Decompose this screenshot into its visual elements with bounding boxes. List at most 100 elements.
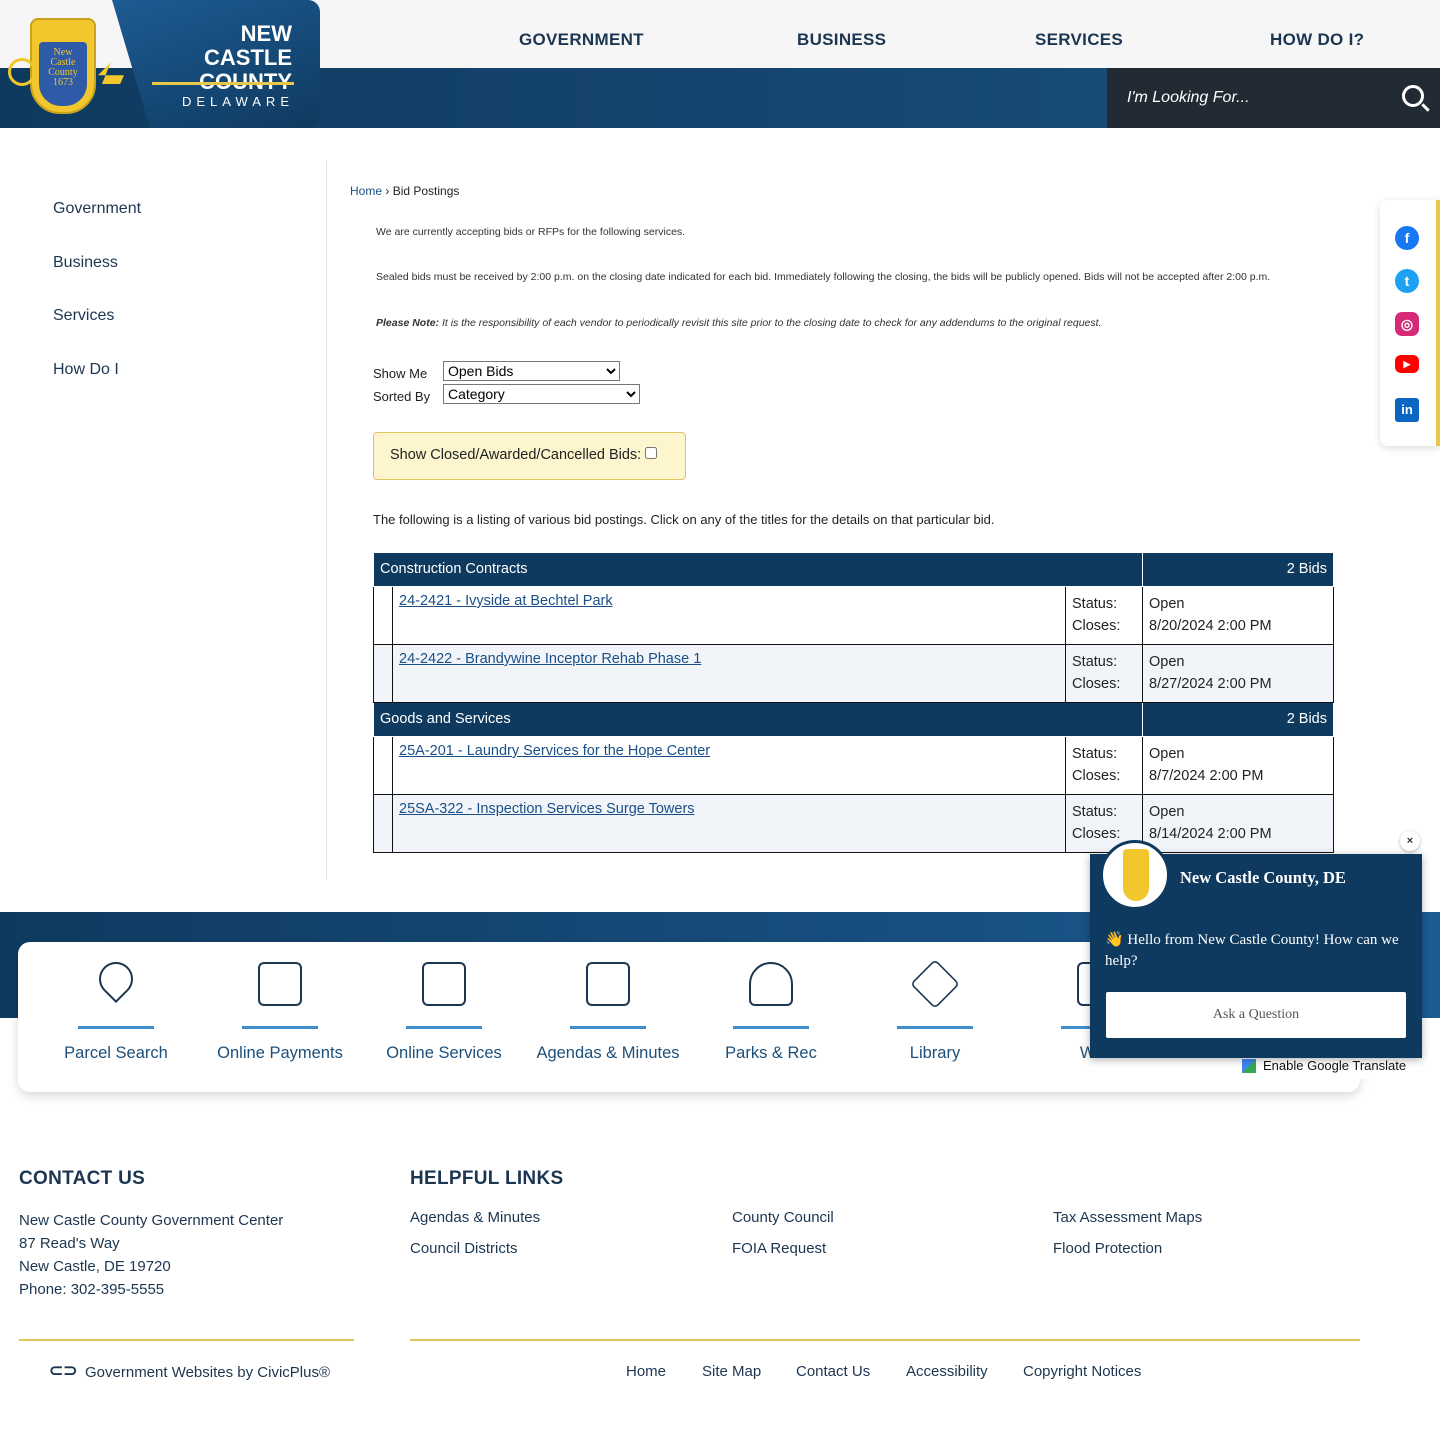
books-stack-icon <box>910 959 960 1009</box>
google-translate-label: Enable Google Translate <box>1263 1058 1407 1073</box>
bid-title-link[interactable]: 24-2422 - Brandywine Inceptor Rehab Phas… <box>399 651 701 667</box>
link-underline <box>78 1026 154 1029</box>
twitter-icon[interactable]: t <box>1395 269 1419 293</box>
show-closed-label: Show Closed/Awarded/Cancelled Bids: <box>390 447 642 463</box>
map-pin-icon <box>91 954 141 1004</box>
bid-values: Open 8/14/2024 2:00 PM <box>1142 794 1334 853</box>
nav-services[interactable]: SERVICES <box>1035 30 1123 50</box>
bid-row: 24-2422 - Brandywine Inceptor Rehab Phas… <box>373 644 1334 703</box>
bid-title-link[interactable]: 25A-201 - Laundry Services for the Hope … <box>399 743 710 759</box>
bid-row: 25SA-322 - Inspection Services Surge Tow… <box>373 794 1334 853</box>
link-underline <box>897 1026 973 1029</box>
chat-greeting: 👋 Hello from New Castle County! How can … <box>1105 932 1399 969</box>
status-label: Status: <box>1072 804 1118 820</box>
nav-how-do-i[interactable]: HOW DO I? <box>1270 30 1364 50</box>
bid-status: Open <box>1149 746 1185 762</box>
chat-close-button[interactable]: × <box>1400 831 1420 851</box>
bid-values: Open 8/27/2024 2:00 PM <box>1142 644 1334 703</box>
bid-values: Open 8/20/2024 2:00 PM <box>1142 586 1334 645</box>
linkedin-icon[interactable]: in <box>1395 398 1419 422</box>
show-closed-checkbox[interactable] <box>645 447 658 459</box>
category-name: Construction Contracts <box>373 552 1143 587</box>
breadcrumb: Home › Bid Postings <box>350 184 459 198</box>
show-me-select[interactable]: Open Bids <box>443 361 620 381</box>
quick-link-label: Parcel Search <box>64 1044 168 1062</box>
bid-cell <box>373 794 393 853</box>
helpful-link-tax-maps[interactable]: Tax Assessment Maps <box>1053 1209 1202 1226</box>
search-icon[interactable] <box>1402 85 1424 107</box>
category-count: 2 Bids <box>1142 702 1334 737</box>
contact-line: New Castle County Government Center <box>19 1212 284 1229</box>
quick-link-label: Parks & Rec <box>725 1044 817 1062</box>
search-bar <box>1107 68 1440 128</box>
bid-close-date: 8/20/2024 2:00 PM <box>1149 618 1272 634</box>
sidebar-item-services[interactable]: Services <box>53 307 114 325</box>
instagram-icon[interactable]: ◎ <box>1395 312 1419 336</box>
facebook-icon[interactable]: f <box>1395 226 1419 250</box>
footer-link-accessibility[interactable]: Accessibility <box>906 1363 988 1380</box>
bid-close-date: 8/27/2024 2:00 PM <box>1149 676 1272 692</box>
footer-link-contact[interactable]: Contact Us <box>796 1363 870 1380</box>
ship-wheel-icon <box>8 58 36 86</box>
sidebar: Government Business Services How Do I <box>0 160 327 880</box>
google-translate-icon <box>1242 1059 1256 1073</box>
closes-label: Closes: <box>1072 618 1121 634</box>
sorted-by-select[interactable]: Category <box>443 384 640 404</box>
credit-card-icon <box>258 962 302 1006</box>
closes-label: Closes: <box>1072 768 1121 784</box>
helpful-link-county-council[interactable]: County Council <box>732 1209 834 1226</box>
footer-link-home[interactable]: Home <box>626 1363 666 1380</box>
sidebar-item-how-do-i[interactable]: How Do I <box>53 361 119 379</box>
category-row: Construction Contracts 2 Bids <box>373 552 1334 587</box>
social-bar: f t ◎ ▶ in <box>1380 200 1440 446</box>
bid-title-link[interactable]: 24-2421 - Ivyside at Bechtel Park <box>399 593 613 609</box>
status-label: Status: <box>1072 746 1118 762</box>
quick-link-online-payments[interactable]: Online Payments <box>198 942 362 1092</box>
contact-line: New Castle, DE 19720 <box>19 1258 171 1275</box>
link-underline <box>406 1026 482 1029</box>
civicplus-link[interactable]: Government Websites by CivicPlus® <box>85 1364 330 1381</box>
ask-question-button[interactable]: Ask a Question <box>1106 992 1406 1038</box>
footer-link-site-map[interactable]: Site Map <box>702 1363 761 1380</box>
contact-phone: Phone: 302-395-5555 <box>19 1281 165 1298</box>
show-closed-box: Show Closed/Awarded/Cancelled Bids: <box>373 432 686 480</box>
quick-link-parcel-search[interactable]: Parcel Search <box>34 942 198 1092</box>
quick-link-library[interactable]: Library <box>853 942 1017 1092</box>
divider <box>410 1339 1360 1341</box>
sealed-bids-text: Sealed bids must be received by 2:00 p.m… <box>376 271 1271 283</box>
sidebar-item-business[interactable]: Business <box>53 254 118 272</box>
bid-cell <box>373 586 393 645</box>
county-seal-logo[interactable]: New Castle County 1673 <box>30 18 96 114</box>
show-me-label: Show Me <box>373 366 428 381</box>
quick-link-label: Online Payments <box>217 1044 343 1062</box>
quick-link-parks-rec[interactable]: Parks & Rec <box>689 942 853 1092</box>
chat-title: New Castle County, DE <box>1180 868 1346 887</box>
tree-bench-icon <box>749 962 793 1006</box>
search-input[interactable] <box>1107 68 1387 128</box>
nav-business[interactable]: BUSINESS <box>797 30 886 50</box>
helpful-link-flood[interactable]: Flood Protection <box>1053 1240 1162 1257</box>
quick-link-label: Agendas & Minutes <box>536 1044 680 1062</box>
brand-subtitle: DELAWARE <box>182 94 294 109</box>
category-count: 2 Bids <box>1142 552 1334 587</box>
quick-link-online-services[interactable]: Online Services <box>362 942 526 1092</box>
contact-heading: CONTACT US <box>19 1168 146 1189</box>
category-row: Goods and Services 2 Bids <box>373 702 1334 737</box>
quick-link-agendas-minutes[interactable]: Agendas & Minutes <box>526 942 690 1092</box>
link-underline <box>242 1026 318 1029</box>
bid-row: 24-2421 - Ivyside at Bechtel Park Status:… <box>373 586 1334 645</box>
google-translate-button[interactable]: Enable Google Translate <box>1237 1055 1420 1079</box>
helpful-link-agendas[interactable]: Agendas & Minutes <box>410 1209 540 1226</box>
youtube-icon[interactable]: ▶ <box>1395 355 1419 373</box>
sidebar-item-government[interactable]: Government <box>53 200 141 218</box>
nav-government[interactable]: GOVERNMENT <box>519 30 644 50</box>
helpful-links-heading: HELPFUL LINKS <box>410 1168 564 1189</box>
helpful-link-foia[interactable]: FOIA Request <box>732 1240 826 1257</box>
divider <box>19 1339 354 1341</box>
closes-label: Closes: <box>1072 676 1121 692</box>
bid-title-link[interactable]: 25SA-322 - Inspection Services Surge Tow… <box>399 801 695 817</box>
breadcrumb-home[interactable]: Home <box>350 184 382 198</box>
footer-link-copyright[interactable]: Copyright Notices <box>1023 1363 1141 1380</box>
helpful-link-council-districts[interactable]: Council Districts <box>410 1240 518 1257</box>
bid-labels: Status: Closes: <box>1065 736 1143 795</box>
